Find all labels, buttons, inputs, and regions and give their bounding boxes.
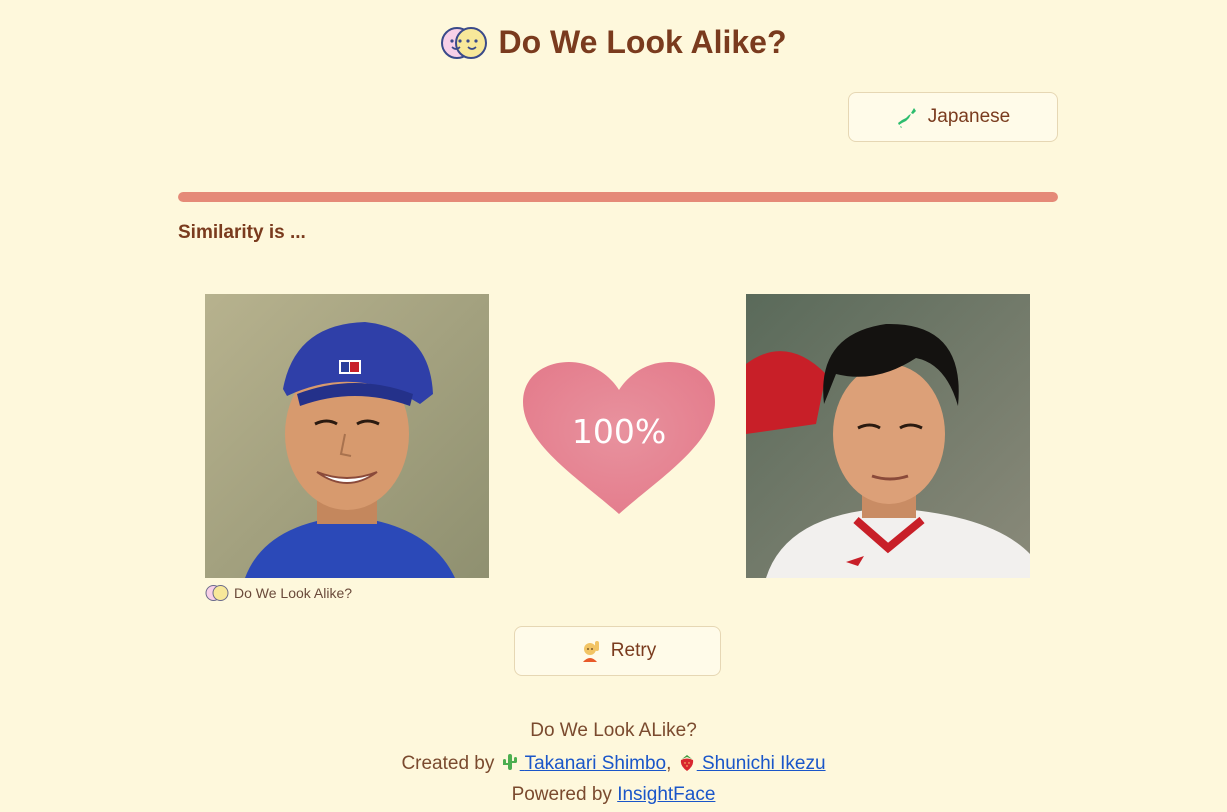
japan-map-icon (897, 108, 916, 128)
author-link-ikezu[interactable]: Shunichi Ikezu (677, 753, 826, 774)
footer-title: Do We Look ALike? (530, 720, 697, 741)
author-name-ikezu: Shunichi Ikezu (701, 753, 826, 774)
cactus-icon (502, 754, 517, 770)
author-name-shimbo: Takanari Shimbo (524, 753, 667, 774)
retry-button[interactable]: Retry (514, 626, 721, 676)
similarity-label: Similarity is ... (178, 222, 306, 243)
left-face-photo (205, 294, 489, 578)
powered-by-text: Powered by (511, 784, 612, 805)
insightface-link[interactable]: InsightFace (617, 784, 715, 805)
right-face-photo (746, 294, 1030, 578)
two-faces-icon (441, 26, 488, 59)
footer-powered: Powered by InsightFace (0, 784, 1227, 806)
two-faces-icon (205, 585, 229, 601)
footer-credits: Created by Takanari Shimbo, Shunichi Ike… (0, 752, 1227, 775)
author-separator: , (666, 753, 672, 774)
title-text: Do We Look Alike? (498, 24, 787, 60)
progress-bar (178, 192, 1058, 202)
similarity-score: 100% (571, 412, 667, 451)
language-button[interactable]: Japanese (848, 92, 1058, 142)
progress-fill (178, 192, 1058, 202)
created-by-text: Created by (401, 753, 495, 774)
page-title: Do We Look Alike? (0, 24, 1227, 61)
author-link-shimbo[interactable]: Takanari Shimbo (500, 753, 666, 774)
language-button-label: Japanese (927, 106, 1011, 127)
retry-button-label: Retry (610, 640, 657, 661)
raising-hand-icon (582, 641, 599, 662)
photo-caption: Do We Look Alike? (205, 584, 352, 602)
photo-caption-text: Do We Look Alike? (234, 585, 353, 601)
strawberry-icon (680, 755, 693, 771)
